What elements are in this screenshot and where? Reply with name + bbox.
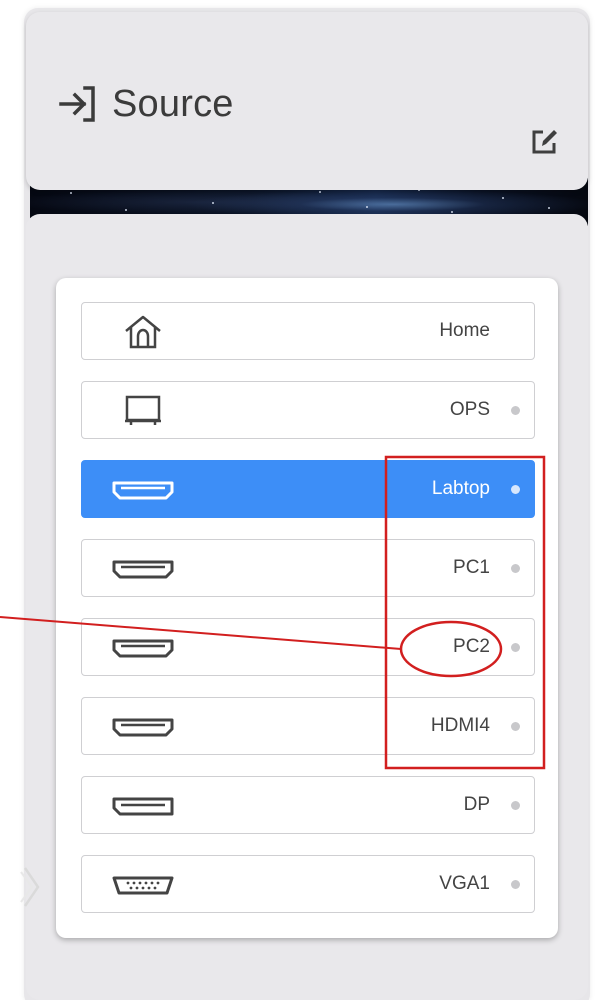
- source-status-dot: [511, 643, 520, 652]
- source-option-dp[interactable]: DP: [81, 776, 535, 834]
- source-option-vga1[interactable]: VGA1: [81, 855, 535, 913]
- edit-button[interactable]: [530, 126, 560, 156]
- hdmi-icon: [112, 718, 174, 737]
- source-label-vga1: VGA1: [439, 873, 490, 894]
- source-header-title-group: Source: [58, 84, 234, 124]
- chevron-right-icon[interactable]: [20, 862, 44, 912]
- source-option-pc1[interactable]: PC1: [81, 539, 535, 597]
- source-status-dot: [511, 801, 520, 810]
- source-label-dp: DP: [463, 794, 490, 815]
- source-header-card: Source: [26, 12, 588, 190]
- monitor-icon: [125, 395, 161, 425]
- source-label-home: Home: [439, 320, 490, 341]
- source-status-dot: [511, 722, 520, 731]
- source-option-labtop[interactable]: Labtop: [81, 460, 535, 518]
- source-option-pc2[interactable]: PC2: [81, 618, 535, 676]
- input-arrow-icon: [59, 86, 95, 122]
- source-menu-page: Source Home OPS Labtop PC1 PC2 HDMI4 DP …: [0, 0, 598, 1000]
- hdmi-icon: [112, 481, 174, 500]
- edit-icon: [532, 130, 557, 154]
- source-option-hdmi4[interactable]: HDMI4: [81, 697, 535, 755]
- source-status-dot: [511, 406, 520, 415]
- source-option-home[interactable]: Home: [81, 302, 535, 360]
- source-option-ops[interactable]: OPS: [81, 381, 535, 439]
- source-status-dot: [511, 485, 520, 494]
- displayport-icon: [112, 797, 174, 816]
- vga-icon: [112, 876, 174, 895]
- hdmi-icon: [112, 639, 174, 658]
- hdmi-icon: [112, 560, 174, 579]
- source-label-hdmi4: HDMI4: [430, 715, 490, 736]
- source-list-card: [56, 278, 558, 938]
- source-label-pc1: PC1: [453, 557, 490, 578]
- source-status-dot: [511, 564, 520, 573]
- home-icon: [125, 315, 161, 349]
- source-label-labtop: Labtop: [431, 478, 490, 499]
- source-title: Source: [112, 83, 234, 125]
- source-status-dot: [511, 880, 520, 889]
- source-label-ops: OPS: [449, 399, 490, 420]
- source-label-pc2: PC2: [453, 636, 490, 657]
